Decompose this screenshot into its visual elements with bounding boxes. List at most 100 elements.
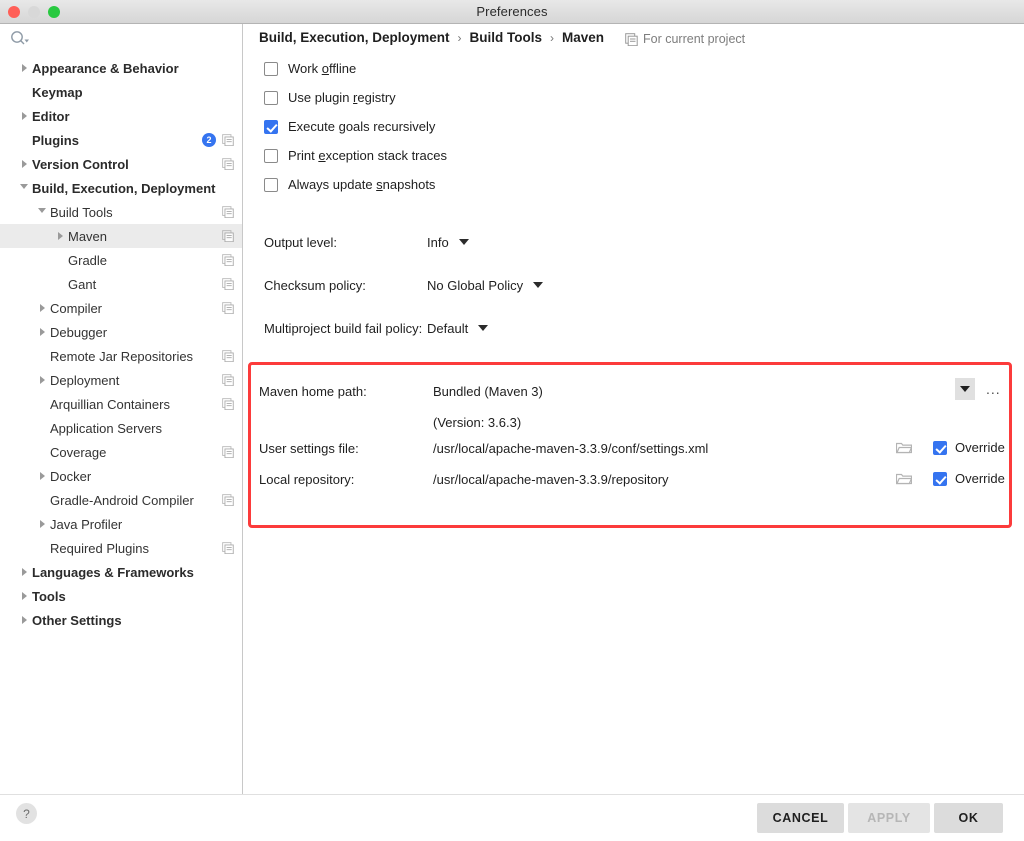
sidebar-item-required-plugins[interactable]: Required Plugins <box>0 536 242 560</box>
apply-button[interactable]: APPLY <box>848 803 930 833</box>
maven-home-path-dropdown-button[interactable] <box>955 378 975 400</box>
search-input[interactable] <box>0 24 242 52</box>
checkbox-use-plugin-registry[interactable] <box>264 90 278 105</box>
chevron-right-icon[interactable] <box>16 152 32 176</box>
select-value: Default <box>427 320 469 336</box>
chevron-right-icon[interactable] <box>52 224 68 248</box>
local-repository-value[interactable]: /usr/local/apache-maven-3.3.9/repository <box>433 472 669 487</box>
user-settings-override-checkbox[interactable] <box>933 440 947 455</box>
local-repository-browse-folder-icon[interactable] <box>896 472 912 485</box>
zoom-window-button[interactable] <box>48 6 60 18</box>
sidebar-item-build-execution-deployment[interactable]: Build, Execution, Deployment <box>0 176 242 200</box>
sidebar-item-gradle-android-compiler[interactable]: Gradle-Android Compiler <box>0 488 242 512</box>
sidebar-item-label: Remote Jar Repositories <box>50 348 194 364</box>
local-repository-override-row[interactable]: Override <box>933 471 1005 486</box>
checkbox-label: Work offline <box>288 61 357 76</box>
sidebar-item-tools[interactable]: Tools <box>0 584 242 608</box>
checkbox-row-print-exception-stack-traces[interactable]: Print exception stack traces <box>264 148 447 163</box>
sidebar-item-docker[interactable]: Docker <box>0 464 242 488</box>
breadcrumb-item-1[interactable]: Build Tools <box>470 30 543 45</box>
sidebar-item-remote-jar-repositories[interactable]: Remote Jar Repositories <box>0 344 242 368</box>
sidebar-item-other-settings[interactable]: Other Settings <box>0 608 242 632</box>
help-button[interactable]: ? <box>16 803 37 824</box>
sidebar-item-appearance-behavior[interactable]: Appearance & Behavior <box>0 56 242 80</box>
project-scope-icon <box>625 32 638 46</box>
select-value: Info <box>427 234 449 250</box>
select-multiproject-build-fail-policy[interactable]: Default <box>427 316 489 340</box>
checkbox-print-exception-stack-traces[interactable] <box>264 148 278 163</box>
user-settings-file-value[interactable]: /usr/local/apache-maven-3.3.9/conf/setti… <box>433 441 708 456</box>
user-settings-override-row[interactable]: Override <box>933 440 1005 455</box>
maven-home-path-browse-button[interactable]: ... <box>986 381 1001 397</box>
checkbox-work-offline[interactable] <box>264 61 278 76</box>
minimize-window-button[interactable] <box>28 6 40 18</box>
project-scope-icon <box>222 302 234 314</box>
chevron-right-icon[interactable] <box>16 584 32 608</box>
search-icon[interactable] <box>9 30 31 46</box>
sidebar-item-coverage[interactable]: Coverage <box>0 440 242 464</box>
chevron-right-icon[interactable] <box>34 464 50 488</box>
chevron-right-icon[interactable] <box>34 368 50 392</box>
local-repository-override-checkbox[interactable] <box>933 471 947 486</box>
sidebar-item-deployment[interactable]: Deployment <box>0 368 242 392</box>
breadcrumb-item-0[interactable]: Build, Execution, Deployment <box>259 30 450 45</box>
chevron-down-icon <box>478 325 489 331</box>
close-window-button[interactable] <box>8 6 20 18</box>
sidebar-item-gradle[interactable]: Gradle <box>0 248 242 272</box>
user-settings-file-label: User settings file: <box>259 441 359 456</box>
checkbox-row-use-plugin-registry[interactable]: Use plugin registry <box>264 90 396 105</box>
sidebar-item-gant[interactable]: Gant <box>0 272 242 296</box>
sidebar-item-plugins[interactable]: Plugins 2 <box>0 128 242 152</box>
sidebar-item-debugger[interactable]: Debugger <box>0 320 242 344</box>
sidebar-item-java-profiler[interactable]: Java Profiler <box>0 512 242 536</box>
select-output-level[interactable]: Info <box>427 230 469 254</box>
chevron-down-icon[interactable] <box>34 200 50 224</box>
sidebar-item-keymap[interactable]: Keymap <box>0 80 242 104</box>
chevron-down-icon[interactable] <box>16 176 32 200</box>
sidebar-item-build-tools[interactable]: Build Tools <box>0 200 242 224</box>
chevron-right-icon[interactable] <box>34 320 50 344</box>
sidebar-item-editor[interactable]: Editor <box>0 104 242 128</box>
checkbox-execute-goals-recursively[interactable] <box>264 119 278 134</box>
chevron-down-icon <box>960 386 970 392</box>
checkbox-always-update-snapshots[interactable] <box>264 177 278 192</box>
project-scope-icon <box>222 542 234 554</box>
chevron-right-icon[interactable] <box>16 560 32 584</box>
chevron-right-icon[interactable] <box>16 56 32 80</box>
checkbox-row-work-offline[interactable]: Work offline <box>264 61 356 76</box>
cancel-button[interactable]: CANCEL <box>757 803 844 833</box>
settings-tree[interactable]: Appearance & Behavior Keymap Editor Plugins… <box>0 52 242 632</box>
chevron-right-icon[interactable] <box>16 104 32 128</box>
window-controls[interactable] <box>8 6 60 18</box>
project-scope-icon <box>222 158 234 170</box>
select-checksum-policy[interactable]: No Global Policy <box>427 273 544 297</box>
checkbox-label: Execute goals recursively <box>288 119 436 134</box>
ok-button[interactable]: OK <box>934 803 1003 833</box>
breadcrumb-separator-icon: › <box>550 30 555 45</box>
sidebar-item-compiler[interactable]: Compiler <box>0 296 242 320</box>
sidebar-item-version-control[interactable]: Version Control <box>0 152 242 176</box>
sidebar-item-label: Languages & Frameworks <box>32 564 194 580</box>
sidebar-item-arquillian-containers[interactable]: Arquillian Containers <box>0 392 242 416</box>
chevron-right-icon[interactable] <box>16 608 32 632</box>
sidebar-item-badge: 2 <box>202 133 216 147</box>
sidebar-item-application-servers[interactable]: Application Servers <box>0 416 242 440</box>
maven-home-path-value[interactable]: Bundled (Maven 3) <box>433 384 543 399</box>
checkbox-row-always-update-snapshots[interactable]: Always update snapshots <box>264 177 435 192</box>
sidebar-item-languages-frameworks[interactable]: Languages & Frameworks <box>0 560 242 584</box>
checkbox-label: Always update snapshots <box>288 177 436 192</box>
sidebar-item-maven[interactable]: Maven <box>0 224 242 248</box>
sidebar-item-label: Java Profiler <box>50 516 123 532</box>
checkbox-row-execute-goals-recursively[interactable]: Execute goals recursively <box>264 119 435 134</box>
user-settings-browse-folder-icon[interactable] <box>896 441 912 454</box>
sidebar-item-label: Gradle <box>68 252 108 268</box>
project-scope-icon <box>222 494 234 506</box>
chevron-right-icon[interactable] <box>34 296 50 320</box>
chevron-right-icon[interactable] <box>34 512 50 536</box>
